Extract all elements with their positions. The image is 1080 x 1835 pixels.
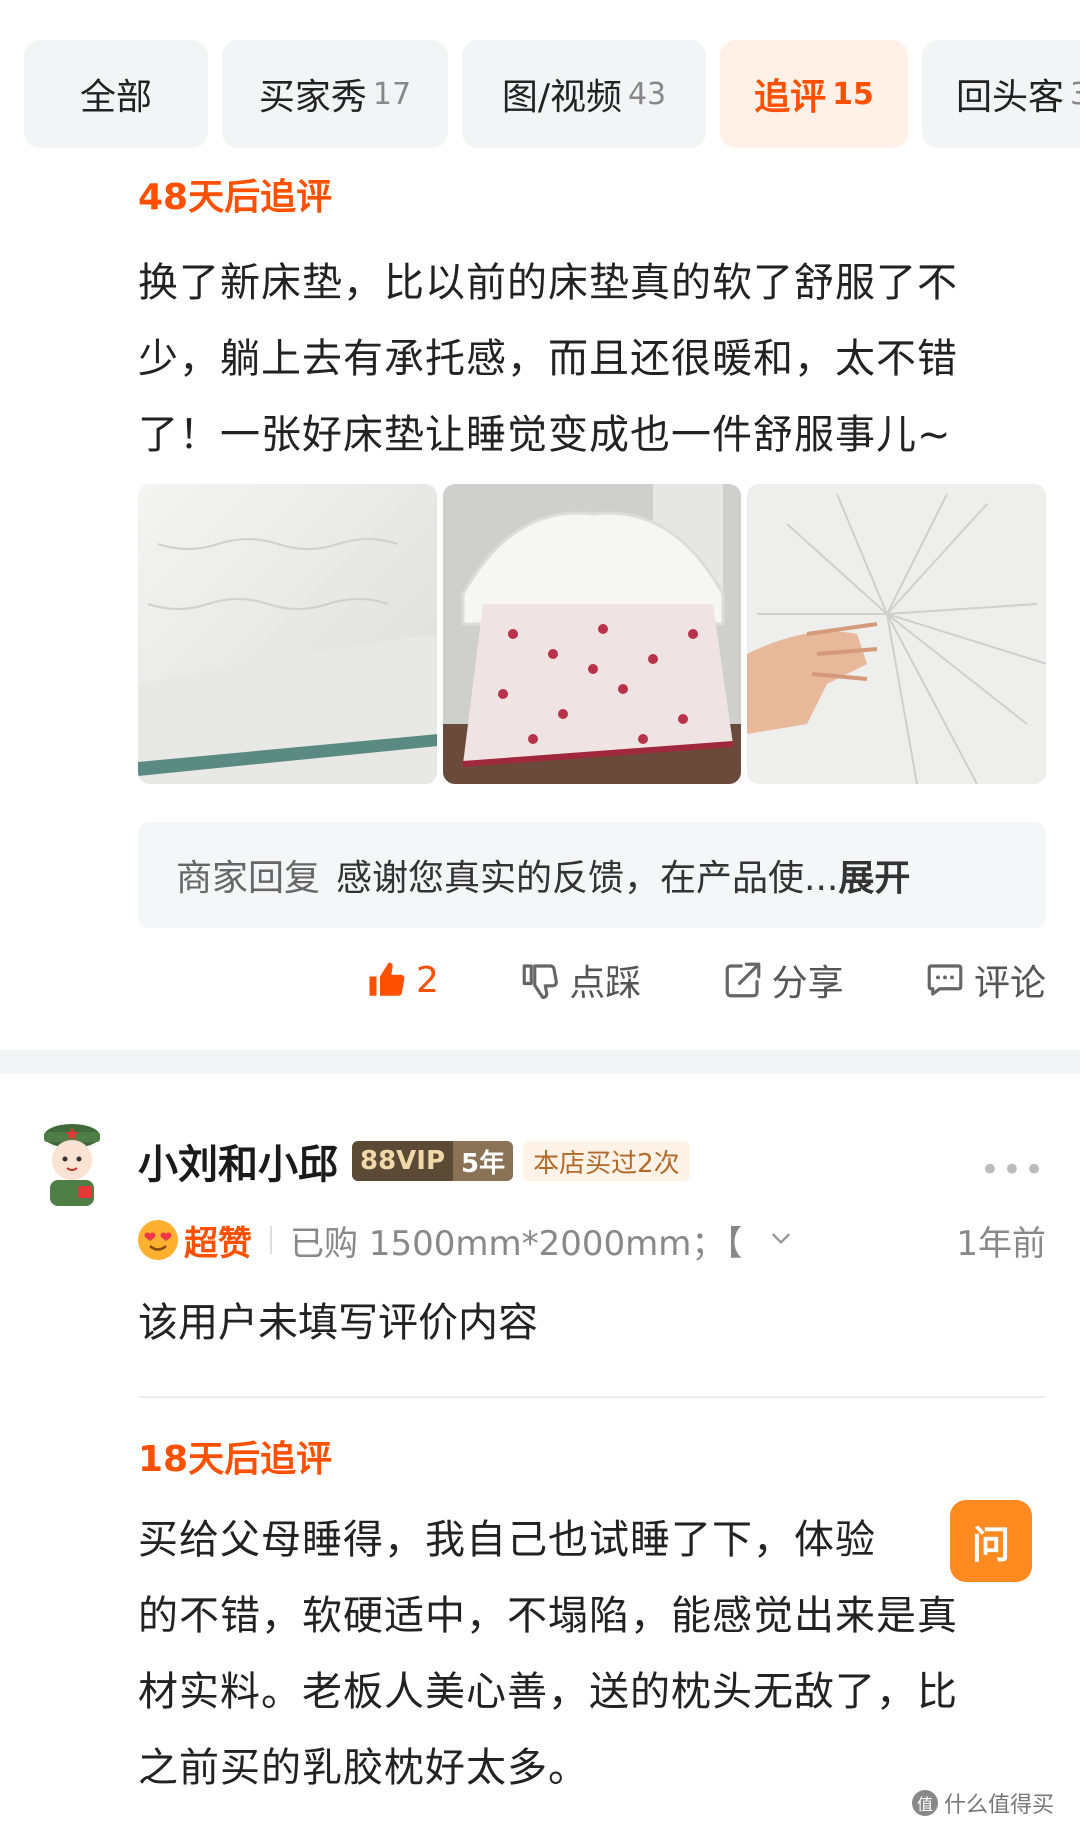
- filter-tabs: 全部 买家秀 17 图/视频 43 追评 15 回头客 3: [24, 40, 1080, 148]
- tab-all[interactable]: 全部: [24, 40, 208, 148]
- tab-count: 43: [627, 76, 667, 112]
- followup-text: 换了新床垫，比以前的床垫真的软了舒服了不 少，躺上去有承托感，而且还很暖和，太不…: [138, 245, 1046, 473]
- tab-count: 15: [832, 76, 874, 112]
- followup-line: 之前买的乳胶枕好太多。: [138, 1745, 589, 1791]
- followup-line: 少，躺上去有承托感，而且还很暖和，太不错: [138, 336, 958, 382]
- meta-separator: [270, 1226, 272, 1254]
- review-time: 1年前: [956, 1223, 1046, 1264]
- tab-label: 全部: [79, 77, 152, 118]
- rating-label: 超赞: [184, 1223, 252, 1264]
- dislike-label: 点踩: [569, 963, 642, 1004]
- tab-returning-customer[interactable]: 回头客 3: [922, 40, 1080, 148]
- tab-photo-video[interactable]: 图/视频 43: [462, 40, 706, 148]
- watermark-logo-icon: 值: [911, 1790, 938, 1816]
- section-divider: [0, 1050, 1080, 1074]
- share-button[interactable]: 分享: [722, 954, 844, 1006]
- rating: 超赞: [138, 1216, 252, 1265]
- chevron-down-icon[interactable]: [768, 1220, 794, 1260]
- tab-label: 追评: [754, 77, 827, 118]
- followup-line: 换了新床垫，比以前的床垫真的软了舒服了不: [138, 260, 958, 306]
- review-content: 该用户未填写评价内容: [138, 1300, 538, 1346]
- comment-button[interactable]: 评论: [924, 954, 1046, 1006]
- photo-grid: [138, 484, 1047, 784]
- watermark: 值 什么值得买: [911, 1787, 1054, 1819]
- review-actions: 2 点踩 分享 评论: [366, 950, 1046, 1010]
- followup-line: 买给父母睡得，我自己也试睡了下，体验: [138, 1517, 876, 1563]
- followup-line: 材实料。老板人美心善，送的枕头无敌了，比: [138, 1669, 958, 1715]
- expand-link[interactable]: 展开: [838, 849, 910, 901]
- username-row: 小刘和小邱 88VIP 5年 本店买过2次: [138, 1132, 690, 1190]
- followup-line: 了！一张好床垫让睡觉变成也一件舒服事儿~: [138, 412, 952, 458]
- dislike-button[interactable]: 点踩: [519, 954, 641, 1006]
- tab-label: 回头客: [956, 77, 1065, 118]
- merchant-reply-tag: 商家回复: [176, 858, 321, 899]
- followup-line: 的不错，软硬适中，不塌陷，能感觉出来是真: [138, 1593, 958, 1639]
- share-label: 分享: [771, 963, 844, 1004]
- vip-badge: 88VIP 5年: [352, 1141, 514, 1181]
- hand-pressing-mattress-photo[interactable]: [747, 484, 1047, 784]
- followup-label: 18天后追评: [138, 1439, 333, 1480]
- merchant-reply[interactable]: 商家回复 感谢您真实的反馈，在产品使... 展开: [138, 822, 1046, 928]
- vip-label: 88VIP: [352, 1141, 454, 1181]
- username[interactable]: 小刘和小邱: [138, 1132, 338, 1190]
- comment-label: 评论: [973, 963, 1046, 1004]
- tab-count: 3: [1070, 76, 1080, 112]
- more-icon[interactable]: •••: [980, 1150, 1046, 1190]
- like-button[interactable]: 2: [366, 959, 439, 1001]
- avatar[interactable]: [34, 1118, 110, 1208]
- like-count: 2: [416, 959, 439, 1001]
- comment-icon: [927, 964, 963, 996]
- divider: [138, 1396, 1046, 1398]
- bed-floral-sheet-photo[interactable]: [442, 484, 742, 784]
- review-meta: 超赞 已购 1500mm*2000mm；【 1年前: [138, 1212, 1046, 1268]
- tab-label: 图/视频: [501, 77, 622, 118]
- tab-count: 17: [372, 76, 412, 112]
- merchant-reply-text: 感谢您真实的反馈，在产品使...: [336, 858, 839, 899]
- mattress-edge-photo[interactable]: [138, 484, 437, 784]
- tab-label: 买家秀: [258, 77, 367, 118]
- vip-years: 5年: [453, 1141, 514, 1181]
- followup-text: 买给父母睡得，我自己也试睡了下，体验 的不错，软硬适中，不塌陷，能感觉出来是真 …: [138, 1502, 1046, 1806]
- ask-button[interactable]: 问: [950, 1500, 1032, 1582]
- tab-followup[interactable]: 追评 15: [720, 40, 908, 148]
- followup-label: 48天后追评: [138, 177, 333, 218]
- thumbs-up-icon: [369, 962, 405, 996]
- tab-buyer-show[interactable]: 买家秀 17: [222, 40, 448, 148]
- heart-eyes-emoji-icon: [138, 1220, 178, 1260]
- purchased-spec: 已购 1500mm*2000mm；【: [290, 1223, 743, 1264]
- watermark-text: 什么值得买: [943, 1793, 1054, 1818]
- share-icon: [725, 962, 760, 998]
- thumbs-down-icon: [522, 964, 559, 1000]
- shop-repeat-badge: 本店买过2次: [523, 1141, 690, 1181]
